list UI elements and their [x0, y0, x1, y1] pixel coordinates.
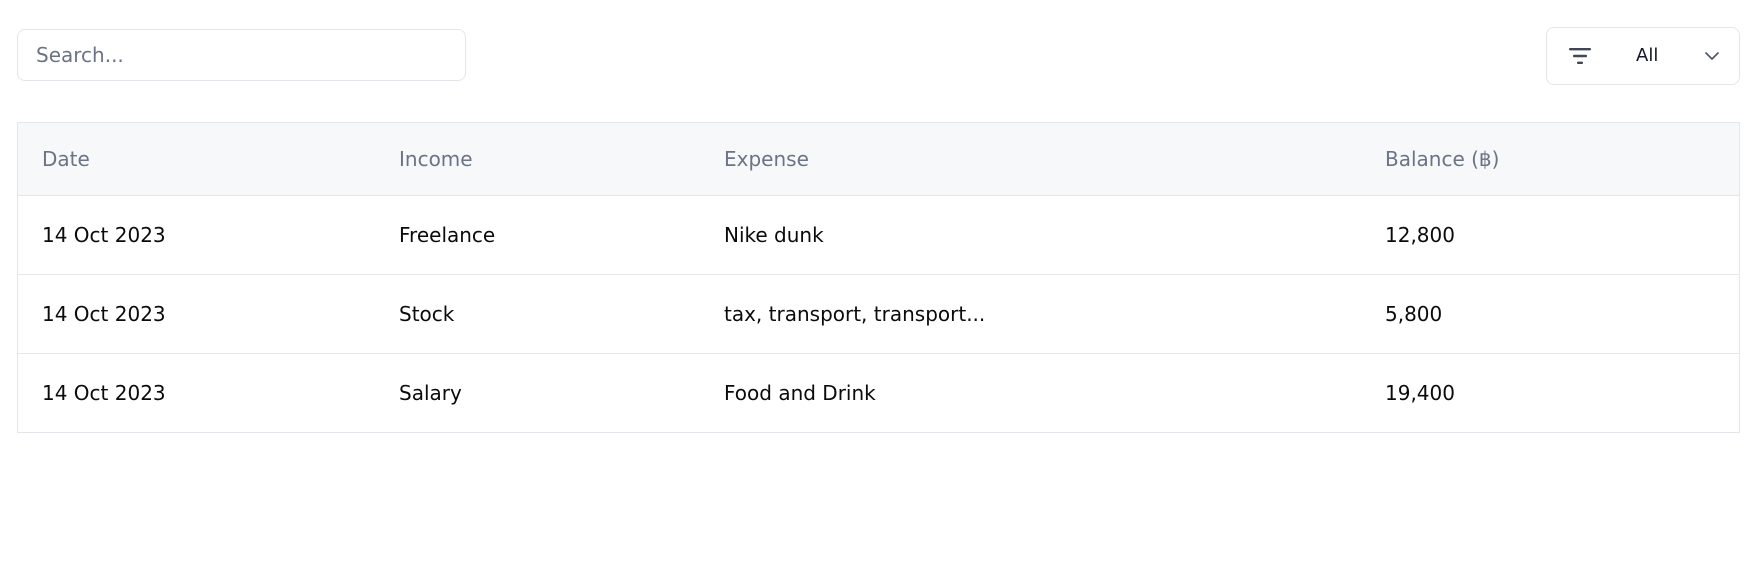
cell-income: Stock: [399, 301, 455, 326]
cell-date: 14 Oct 2023: [42, 380, 166, 405]
chevron-down-icon: [1705, 52, 1719, 60]
column-header-expense: Expense: [700, 123, 1361, 196]
cell-balance: 12,800: [1385, 222, 1455, 247]
cell-expense: Food and Drink: [724, 380, 876, 405]
cell-date: 14 Oct 2023: [42, 222, 166, 247]
search-box[interactable]: [17, 29, 466, 81]
column-header-balance: Balance (฿): [1361, 123, 1739, 196]
filter-selected-value: All: [1636, 45, 1659, 66]
filter-icon: [1569, 48, 1591, 64]
search-input[interactable]: [18, 30, 465, 80]
cell-balance: 5,800: [1385, 301, 1443, 326]
table-row[interactable]: 14 Oct 2023 Freelance Nike dunk 12,800: [18, 195, 1739, 274]
cell-income: Freelance: [399, 222, 496, 247]
cell-balance: 19,400: [1385, 380, 1455, 405]
cell-date: 14 Oct 2023: [42, 301, 166, 326]
filter-dropdown[interactable]: All: [1546, 27, 1740, 85]
cell-expense: Nike dunk: [724, 222, 824, 247]
cell-income: Salary: [399, 380, 462, 405]
table-header-row: Date Income Expense Balance (฿): [18, 123, 1739, 196]
cell-expense: tax, transport, transport...: [724, 301, 986, 326]
table-row[interactable]: 14 Oct 2023 Stock tax, transport, transp…: [18, 274, 1739, 353]
column-header-income: Income: [375, 123, 700, 196]
transactions-table: Date Income Expense Balance (฿) 14 Oct 2…: [17, 122, 1740, 433]
transactions-page: All Date Income Expense Balance (฿) 14 O…: [0, 0, 1762, 566]
table-row[interactable]: 14 Oct 2023 Salary Food and Drink 19,400: [18, 353, 1739, 432]
column-header-date: Date: [18, 123, 375, 196]
